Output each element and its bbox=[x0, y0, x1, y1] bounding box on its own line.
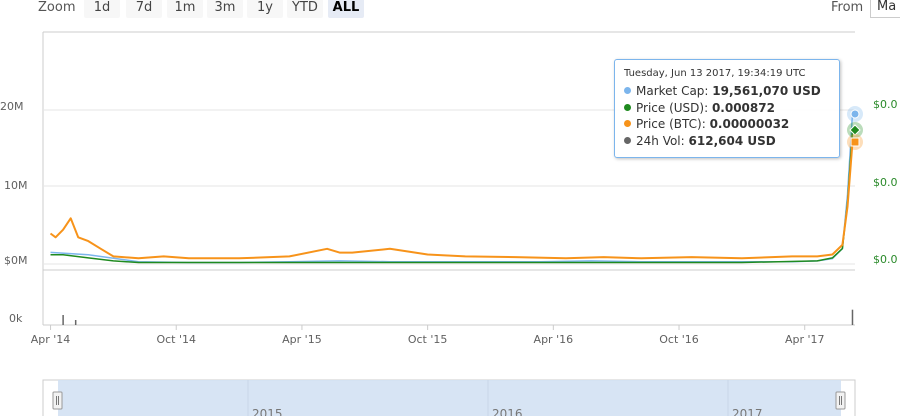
x-tick-label: Apr '14 bbox=[31, 333, 71, 346]
tooltip-row-volume: 24h Vol: 612,604 USD bbox=[624, 133, 830, 150]
y-tick-label: $0M bbox=[4, 254, 28, 267]
tooltip-row-price-usd: Price (USD): 0.000872 bbox=[624, 100, 830, 117]
navigator-selected-range[interactable] bbox=[58, 380, 841, 416]
price-btc-marker bbox=[850, 137, 860, 147]
x-tick-label: Apr '17 bbox=[785, 333, 825, 346]
tooltip-value: 612,604 USD bbox=[688, 133, 776, 148]
navigator-year-label: 2015 bbox=[252, 407, 283, 416]
navigator-year-label: 2017 bbox=[732, 407, 763, 416]
volume-dot-icon bbox=[624, 136, 631, 144]
volume-tick-label: 0k bbox=[9, 312, 23, 325]
navigator-year-label: 2016 bbox=[492, 407, 523, 416]
right-tick-label: $0.0 bbox=[873, 176, 898, 189]
x-tick-label: Apr '15 bbox=[282, 333, 322, 346]
tooltip-value: 0.00000032 bbox=[709, 117, 790, 131]
market-cap-marker bbox=[850, 109, 860, 119]
tooltip-value: 19,561,070 USD bbox=[712, 84, 821, 98]
tooltip-label: Price (USD) bbox=[636, 100, 705, 115]
price-btc-dot-icon bbox=[624, 120, 631, 127]
x-tick-label: Oct '15 bbox=[408, 333, 448, 346]
right-tick-label: $0.0 bbox=[873, 98, 898, 111]
tooltip-label: Price (BTC) bbox=[636, 117, 702, 131]
market-cap-dot-icon bbox=[624, 87, 631, 94]
tooltip-row-market-cap: Market Cap: 19,561,070 USD bbox=[624, 83, 830, 100]
tooltip-value: 0.000872 bbox=[711, 100, 775, 115]
navigator-left-handle[interactable] bbox=[52, 391, 63, 410]
x-tick-label: Oct '16 bbox=[659, 333, 699, 346]
price-btc-line bbox=[49, 141, 854, 260]
tooltip-label: 24h Vol bbox=[636, 133, 681, 148]
x-tick-label: Apr '16 bbox=[534, 333, 574, 346]
tooltip-label: Market Cap bbox=[636, 84, 705, 98]
x-tick-label: Oct '14 bbox=[156, 333, 196, 346]
right-tick-label: $0.0 bbox=[873, 253, 898, 266]
navigator-right-handle[interactable] bbox=[835, 391, 846, 410]
y-tick-label: 10M bbox=[4, 179, 28, 192]
chart-tooltip: Tuesday, Jun 13 2017, 19:34:19 UTC Marke… bbox=[614, 59, 840, 158]
price-usd-dot-icon bbox=[624, 103, 631, 111]
tooltip-row-price-btc: Price (BTC): 0.00000032 bbox=[624, 116, 830, 133]
tooltip-date: Tuesday, Jun 13 2017, 19:34:19 UTC bbox=[624, 68, 806, 79]
y-tick-label: 20M bbox=[0, 100, 24, 113]
